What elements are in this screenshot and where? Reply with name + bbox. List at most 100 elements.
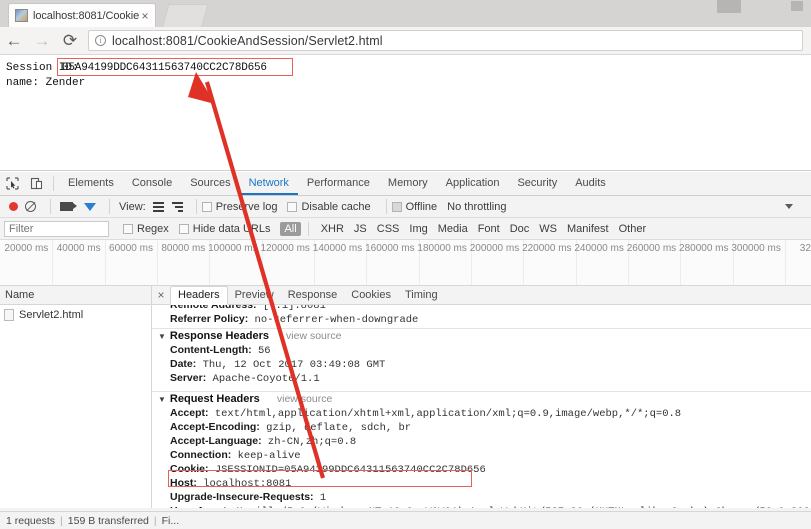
window-controls xyxy=(701,0,811,16)
new-tab-button[interactable] xyxy=(162,4,209,27)
header-name: Date: xyxy=(170,358,197,370)
devtools-tab-network[interactable]: Network xyxy=(240,172,298,195)
filter-type-all[interactable]: All xyxy=(280,221,301,236)
detail-tabbar: × Headers Preview Response Cookies Timin… xyxy=(152,286,811,305)
checkbox-icon xyxy=(123,223,133,234)
headers-content[interactable]: Remote Address: [::1]:8081 Referrer Poli… xyxy=(152,305,811,508)
detail-tab-cookies[interactable]: Cookies xyxy=(344,286,398,304)
devtools-tab-sources[interactable]: Sources xyxy=(181,172,239,195)
table-row[interactable]: Servlet2.html xyxy=(0,305,151,324)
device-toolbar-icon[interactable] xyxy=(24,172,48,195)
network-toolbar: View: Preserve log Disable cache Offline… xyxy=(0,196,811,223)
timeline-gridline xyxy=(52,240,54,285)
minimize-button[interactable] xyxy=(717,0,741,13)
filter-type-manifest[interactable]: Manifest xyxy=(562,223,614,235)
status-divider: | xyxy=(153,514,157,527)
address-bar[interactable]: i localhost:8081/CookieAndSession/Servle… xyxy=(88,30,803,51)
toolbar-divider xyxy=(195,199,197,214)
timeline-tick-label: 80000 ms xyxy=(161,243,206,254)
disable-cache-checkbox[interactable]: Disable cache xyxy=(287,201,371,213)
devtools-tab-audits[interactable]: Audits xyxy=(566,172,615,195)
throttling-select[interactable]: No throttling xyxy=(447,201,506,213)
view-waterfall-icon[interactable] xyxy=(171,201,183,212)
navigation-bar: ← → ⟳ i localhost:8081/CookieAndSession/… xyxy=(0,27,811,55)
timeline-tick-label: 180000 ms xyxy=(417,243,467,254)
regex-checkbox[interactable]: Regex xyxy=(123,223,169,235)
checkbox-icon xyxy=(391,201,402,212)
toolbar-divider xyxy=(53,176,54,191)
view-source-link[interactable]: view source xyxy=(286,330,341,342)
camera-icon[interactable] xyxy=(60,202,77,211)
maximize-button[interactable] xyxy=(791,1,803,11)
filter-type-doc[interactable]: Doc xyxy=(505,223,535,235)
close-icon[interactable]: × xyxy=(139,10,151,22)
chevron-down-icon[interactable] xyxy=(785,204,793,209)
filter-input[interactable] xyxy=(4,220,109,237)
request-list-header[interactable]: Name xyxy=(0,286,151,305)
network-body: Name Servlet2.html × Headers Preview Res… xyxy=(0,286,811,508)
tab-title: localhost:8081/Cookie xyxy=(33,9,139,22)
browser-titlebar: localhost:8081/Cookie × xyxy=(0,0,811,27)
filter-type-media[interactable]: Media xyxy=(433,223,473,235)
filter-type-css[interactable]: CSS xyxy=(372,223,405,235)
detail-tab-timing[interactable]: Timing xyxy=(398,286,445,304)
back-button[interactable]: ← xyxy=(0,27,28,55)
header-value: Apache-Coyote/1.1 xyxy=(212,373,320,385)
header-cookie: Cookie: JSESSIONID=05A94199DDC6431156374… xyxy=(158,462,811,476)
header-name: Content-Length: xyxy=(170,344,252,356)
browser-tab[interactable]: localhost:8081/Cookie × xyxy=(8,3,156,27)
regex-label: Regex xyxy=(137,222,169,235)
devtools-tab-application[interactable]: Application xyxy=(437,172,509,195)
view-list-icon[interactable] xyxy=(152,201,164,212)
offline-checkbox[interactable]: Offline xyxy=(391,201,437,213)
filter-type-img[interactable]: Img xyxy=(404,223,432,235)
network-filterbar: Regex Hide data URLs All XHR JS CSS Img … xyxy=(0,218,811,240)
close-icon[interactable]: × xyxy=(152,288,170,302)
record-icon[interactable] xyxy=(9,202,18,211)
devtools-tabbar: Elements Console Sources Network Perform… xyxy=(0,172,811,196)
inspect-element-icon[interactable] xyxy=(0,172,24,195)
devtools-tab-console[interactable]: Console xyxy=(123,172,181,195)
preserve-log-label: Preserve log xyxy=(215,200,278,213)
filter-type-ws[interactable]: WS xyxy=(534,223,562,235)
hide-data-urls-checkbox[interactable]: Hide data URLs xyxy=(178,223,270,235)
filter-type-xhr[interactable]: XHR xyxy=(316,223,349,235)
reload-button[interactable]: ⟳ xyxy=(56,27,84,55)
devtools-tab-elements[interactable]: Elements xyxy=(59,172,123,195)
devtools-tab-performance[interactable]: Performance xyxy=(298,172,379,195)
header-value: localhost:8081 xyxy=(203,478,292,490)
header-accept-encoding: Accept-Encoding: gzip, deflate, sdch, br xyxy=(158,420,811,434)
view-source-link[interactable]: view source xyxy=(277,393,332,405)
forward-button[interactable]: → xyxy=(28,27,56,55)
detail-tab-preview[interactable]: Preview xyxy=(228,286,281,304)
filter-type-js[interactable]: JS xyxy=(349,223,372,235)
devtools-tab-security[interactable]: Security xyxy=(508,172,566,195)
request-headers-section[interactable]: ▼ Request Headers view source xyxy=(152,391,811,406)
response-headers-section[interactable]: ▼ Response Headers view source xyxy=(152,328,811,343)
transferred-size: 159 B transferred xyxy=(67,514,149,527)
timeline-tick-label: 160000 ms xyxy=(365,243,415,254)
network-timeline-overview[interactable]: 20000 ms 40000 ms 60000 ms 80000 ms 100000 m… xyxy=(0,240,811,286)
filter-type-other[interactable]: Other xyxy=(614,223,652,235)
header-value: Mozilla/5.0 (Windows NT 10.0; WOW64) App… xyxy=(236,506,811,508)
filter-icon[interactable] xyxy=(84,202,96,223)
header-name: Referrer Policy: xyxy=(170,313,249,325)
filter-type-font[interactable]: Font xyxy=(473,223,505,235)
timeline-tick-label: 120000 ms xyxy=(260,243,310,254)
finish-time: Fi... xyxy=(161,514,180,527)
caret-down-icon: ▼ xyxy=(158,395,166,404)
timeline-tick-label: 300000 ms xyxy=(731,243,781,254)
detail-tab-response[interactable]: Response xyxy=(281,286,345,304)
detail-tab-headers[interactable]: Headers xyxy=(170,286,228,305)
clear-icon[interactable] xyxy=(25,201,36,212)
header-name: Remote Address: xyxy=(170,305,257,311)
header-server: Server: Apache-Coyote/1.1 xyxy=(158,371,811,385)
timeline-tick-label: 320000 xyxy=(799,243,811,254)
header-name: Accept: xyxy=(170,407,209,419)
devtools-tab-memory[interactable]: Memory xyxy=(379,172,437,195)
session-id-value: 05A94199DDC64311563740CC2C78D656 xyxy=(62,62,267,74)
checkbox-icon xyxy=(201,201,212,212)
toolbar-divider xyxy=(50,199,51,214)
preserve-log-checkbox[interactable]: Preserve log xyxy=(201,200,278,213)
site-info-icon[interactable]: i xyxy=(95,35,106,46)
